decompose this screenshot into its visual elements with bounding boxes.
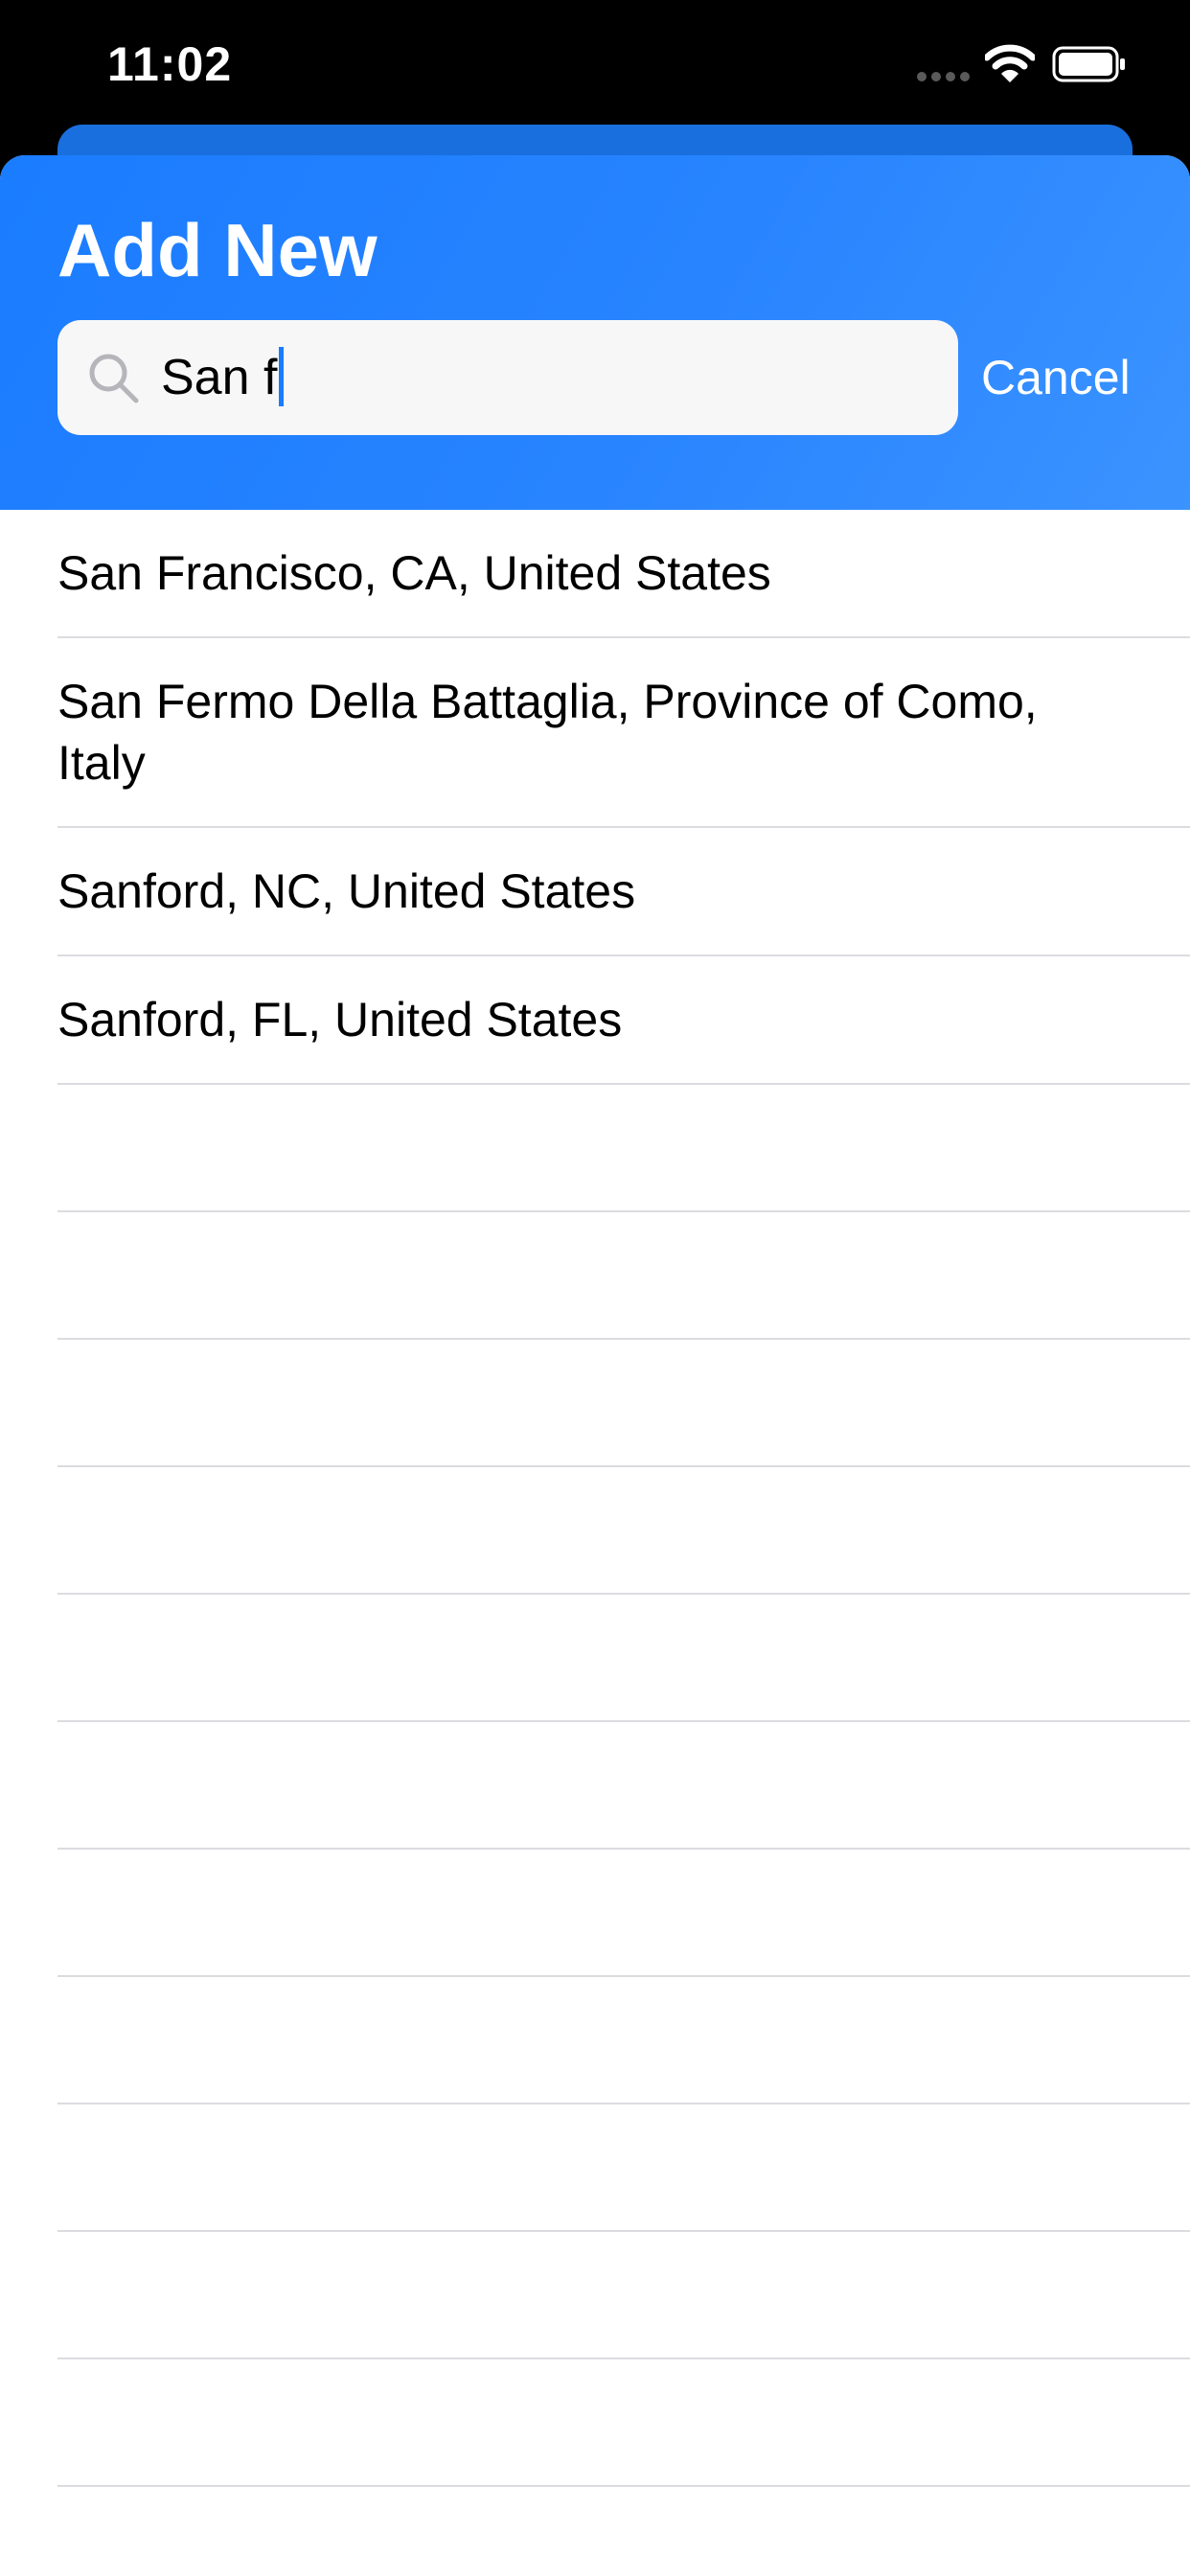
empty-row [0, 2104, 1190, 2232]
empty-row [0, 2359, 1190, 2487]
result-row[interactable]: San Francisco, CA, United States [0, 510, 1190, 638]
empty-row [0, 2232, 1190, 2359]
add-new-sheet: Add New San f Cancel San Francisco, CA, … [0, 155, 1190, 2576]
wifi-icon [985, 44, 1035, 82]
search-field[interactable]: San f [57, 320, 958, 435]
text-cursor [279, 347, 285, 407]
result-row[interactable]: Sanford, FL, United States [0, 956, 1190, 1085]
empty-row [0, 1212, 1190, 1340]
search-input-value: San f [161, 350, 278, 405]
empty-row [0, 1085, 1190, 1212]
cancel-button[interactable]: Cancel [981, 320, 1131, 435]
status-bar: 11:02 [0, 0, 1190, 144]
empty-row [0, 1595, 1190, 1722]
status-time: 11:02 [107, 37, 233, 91]
results-list: San Francisco, CA, United States San Fer… [0, 510, 1190, 2487]
empty-row [0, 1340, 1190, 1467]
empty-row [0, 1850, 1190, 1977]
empty-row [0, 1722, 1190, 1850]
sheet-header: Add New San f Cancel [0, 155, 1190, 510]
battery-icon [1052, 46, 1125, 82]
result-row[interactable]: Sanford, NC, United States [0, 828, 1190, 956]
page-title: Add New [57, 208, 378, 292]
search-input[interactable]: San f [161, 320, 285, 435]
result-row[interactable]: San Fermo Della Battaglia, Province of C… [0, 638, 1190, 828]
cellular-signal-icon [917, 72, 970, 81]
empty-row [0, 1467, 1190, 1595]
empty-row [0, 1977, 1190, 2104]
search-icon [89, 354, 139, 403]
